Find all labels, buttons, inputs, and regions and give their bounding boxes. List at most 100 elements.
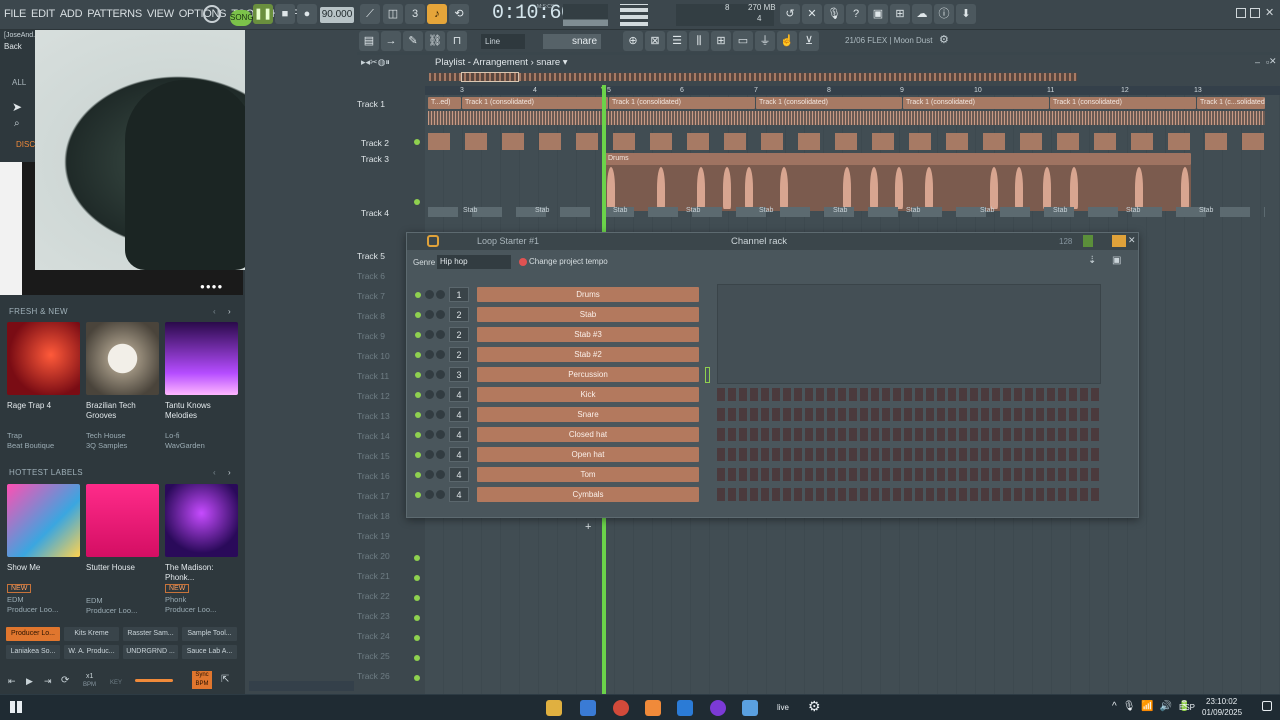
mixer-icon[interactable]: ✕ bbox=[802, 4, 822, 24]
cloud-icon[interactable]: ☁ bbox=[912, 4, 932, 24]
channel-row[interactable]: 3 Percussion bbox=[407, 367, 1137, 383]
channel-led[interactable] bbox=[415, 492, 421, 498]
loop-record-icon[interactable]: ⟲ bbox=[449, 4, 469, 24]
channel-row[interactable]: 2 Stab #3 bbox=[407, 327, 1137, 343]
channel-mixer-track[interactable]: 2 bbox=[449, 307, 469, 322]
track-mute-led[interactable] bbox=[414, 635, 420, 641]
clip-track1[interactable]: Track 1 (consolidated) bbox=[609, 97, 755, 109]
cart-icon[interactable]: ⊻ bbox=[799, 31, 819, 51]
countdown-icon[interactable]: 3 bbox=[405, 4, 425, 24]
channel-name[interactable]: Tom bbox=[477, 467, 699, 482]
rack-toolbar-icon[interactable] bbox=[1083, 235, 1093, 247]
playlist-title[interactable]: Playlist - Arrangement › snare ▾ bbox=[435, 57, 568, 68]
channel-name[interactable]: Cymbals bbox=[477, 487, 699, 502]
channel-pan-knob[interactable] bbox=[425, 430, 434, 439]
track-name[interactable]: Track 4 bbox=[361, 208, 419, 218]
channel-mixer-track[interactable]: 4 bbox=[449, 487, 469, 502]
pack-card[interactable]: Rage Trap 4 Trap Beat Boutique bbox=[7, 322, 80, 451]
track-mute-led[interactable] bbox=[414, 199, 420, 205]
touch-icon[interactable]: ☝ bbox=[777, 31, 797, 51]
next-icon[interactable]: ⇥ bbox=[44, 676, 52, 687]
label-chip-active[interactable]: Producer Lo... bbox=[6, 627, 60, 641]
metronome-icon[interactable]: ⟋ bbox=[360, 4, 380, 24]
channel-led[interactable] bbox=[415, 352, 421, 358]
channel-row[interactable]: 1 Drums bbox=[407, 284, 1137, 384]
channel-vol-knob[interactable] bbox=[436, 290, 445, 299]
channel-row[interactable]: 4 Open hat bbox=[407, 447, 1137, 463]
plugin-icon[interactable]: ⊞ bbox=[890, 4, 910, 24]
browser-tab-all[interactable]: ALL bbox=[12, 78, 26, 87]
channel-row[interactable]: 4 Cymbals bbox=[407, 487, 1137, 503]
clock-date[interactable]: 01/09/2025 bbox=[1202, 708, 1242, 717]
windows-start-icon[interactable] bbox=[10, 701, 22, 713]
playlist-close-icon[interactable]: ✕ bbox=[1269, 56, 1277, 67]
track-mute-led[interactable] bbox=[414, 139, 420, 145]
channel-mixer-track[interactable]: 4 bbox=[449, 427, 469, 442]
chevron-left-icon[interactable]: ‹ bbox=[213, 307, 216, 316]
track-name[interactable]: Track 23 bbox=[357, 611, 415, 621]
label-chip[interactable]: Sauce Lab A... bbox=[182, 645, 237, 659]
playlist-minimize-icon[interactable]: – bbox=[1255, 57, 1260, 67]
play-icon[interactable]: ▶ bbox=[26, 676, 33, 687]
clip-track1[interactable]: Track 1 (consolidated) bbox=[462, 97, 608, 109]
window-close-icon[interactable]: ✕ bbox=[1265, 6, 1274, 19]
piano-roll-icon[interactable]: ⊞ bbox=[711, 31, 731, 51]
channel-row[interactable]: 4 Closed hat bbox=[407, 427, 1137, 443]
channel-name[interactable]: Closed hat bbox=[477, 427, 699, 442]
track-name[interactable]: Track 1 bbox=[357, 99, 415, 109]
overview-window[interactable] bbox=[461, 72, 519, 82]
channel-led[interactable] bbox=[415, 372, 421, 378]
window-minimize-icon[interactable] bbox=[1236, 8, 1246, 18]
channel-vol-knob[interactable] bbox=[436, 410, 445, 419]
fl-studio-icon[interactable] bbox=[645, 700, 661, 716]
channel-name[interactable]: Open hat bbox=[477, 447, 699, 462]
menu-file[interactable]: FILE bbox=[4, 8, 26, 20]
track-name[interactable]: Track 24 bbox=[357, 631, 415, 641]
bpm-multiplier[interactable]: x1 bbox=[86, 673, 93, 680]
channel-led[interactable] bbox=[415, 332, 421, 338]
time-display[interactable]: 0:10:60 bbox=[492, 2, 573, 25]
save-icon[interactable]: ▣ bbox=[868, 4, 888, 24]
rack-toolbar-icon[interactable] bbox=[1112, 235, 1126, 247]
label-card[interactable]: Show Me NEW EDM Producer Loo... bbox=[7, 484, 80, 615]
song-mode-toggle[interactable]: SONG bbox=[230, 10, 254, 26]
snap-select[interactable]: Line bbox=[481, 34, 525, 49]
channel-vol-knob[interactable] bbox=[436, 490, 445, 499]
channel-add-button[interactable]: + bbox=[585, 521, 591, 533]
channel-row[interactable]: 4 Tom bbox=[407, 467, 1137, 483]
channel-pan-knob[interactable] bbox=[425, 470, 434, 479]
browser-user[interactable]: [JoseAnd... bbox=[4, 32, 39, 39]
microphone-icon[interactable]: 🎙 bbox=[824, 4, 844, 24]
label-chip[interactable]: Rasster Sam... bbox=[123, 627, 178, 641]
channel-led[interactable] bbox=[415, 412, 421, 418]
channel-pan-knob[interactable] bbox=[425, 310, 434, 319]
channel-mixer-track[interactable]: 4 bbox=[449, 467, 469, 482]
change-tempo-label[interactable]: Change project tempo bbox=[529, 257, 608, 266]
download-icon[interactable]: ⬇ bbox=[956, 4, 976, 24]
step-sequencer[interactable] bbox=[717, 428, 1101, 441]
channel-name[interactable]: Snare bbox=[477, 407, 699, 422]
track-name[interactable]: Track 25 bbox=[357, 651, 415, 661]
overview-strip[interactable] bbox=[429, 73, 1077, 81]
pause-button[interactable]: ❚❚ bbox=[253, 4, 273, 24]
chevron-left-icon[interactable]: ‹ bbox=[213, 468, 216, 477]
notification-icon[interactable] bbox=[1262, 701, 1272, 711]
chrome-icon[interactable] bbox=[613, 700, 629, 716]
info-icon[interactable]: ⓘ bbox=[934, 4, 954, 24]
snipping-icon[interactable] bbox=[742, 700, 758, 716]
typing-keyboard-icon[interactable]: ♪ bbox=[427, 4, 447, 24]
channel-name[interactable]: Drums bbox=[477, 287, 699, 302]
channel-mixer-track[interactable]: 4 bbox=[449, 447, 469, 462]
live-app-icon[interactable]: live bbox=[777, 703, 789, 712]
channel-vol-knob[interactable] bbox=[436, 330, 445, 339]
label-card[interactable]: The Madison: Phonk... NEW Phonk Producer… bbox=[165, 484, 238, 615]
channel-mixer-track[interactable]: 4 bbox=[449, 387, 469, 402]
track-name[interactable]: Track 3 bbox=[361, 154, 419, 164]
undo-history-icon[interactable]: ↺ bbox=[780, 4, 800, 24]
carousel-dots[interactable]: ●●●● bbox=[200, 282, 223, 291]
genre-select[interactable]: Hip hop bbox=[437, 255, 511, 269]
channel-pan-knob[interactable] bbox=[425, 490, 434, 499]
step-sequencer[interactable] bbox=[717, 408, 1101, 421]
menu-patterns[interactable]: PATTERNS bbox=[87, 8, 142, 20]
rack-filter-icon[interactable]: ⇣ bbox=[1088, 255, 1096, 266]
